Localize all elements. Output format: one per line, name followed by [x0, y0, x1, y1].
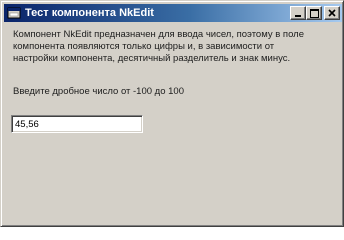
maximize-icon [309, 8, 319, 18]
description-text: Компонент NkEdit предназначен для ввода … [13, 29, 335, 65]
window-title: Тест компонента NkEdit [25, 7, 154, 19]
app-window: Тест компонента NkEdit Компонент NkEdit … [0, 0, 344, 227]
minimize-button[interactable] [290, 6, 306, 20]
caption-buttons [290, 6, 340, 20]
maximize-button[interactable] [306, 6, 322, 20]
minimize-icon [295, 14, 301, 17]
close-button[interactable] [324, 6, 340, 20]
description-line: компонента появляются только цифры и, в … [13, 41, 275, 52]
close-icon [328, 9, 336, 17]
app-icon[interactable] [6, 5, 22, 21]
number-input[interactable] [11, 115, 143, 133]
client-area: Компонент NkEdit предназначен для ввода … [5, 23, 341, 224]
description-line: Компонент NkEdit предназначен для ввода … [13, 29, 304, 40]
range-prompt-label: Введите дробное число от -100 до 100 [13, 86, 184, 97]
title-bar[interactable]: Тест компонента NkEdit [4, 4, 342, 22]
description-line: настройки компонента, десятичный раздели… [13, 53, 291, 64]
